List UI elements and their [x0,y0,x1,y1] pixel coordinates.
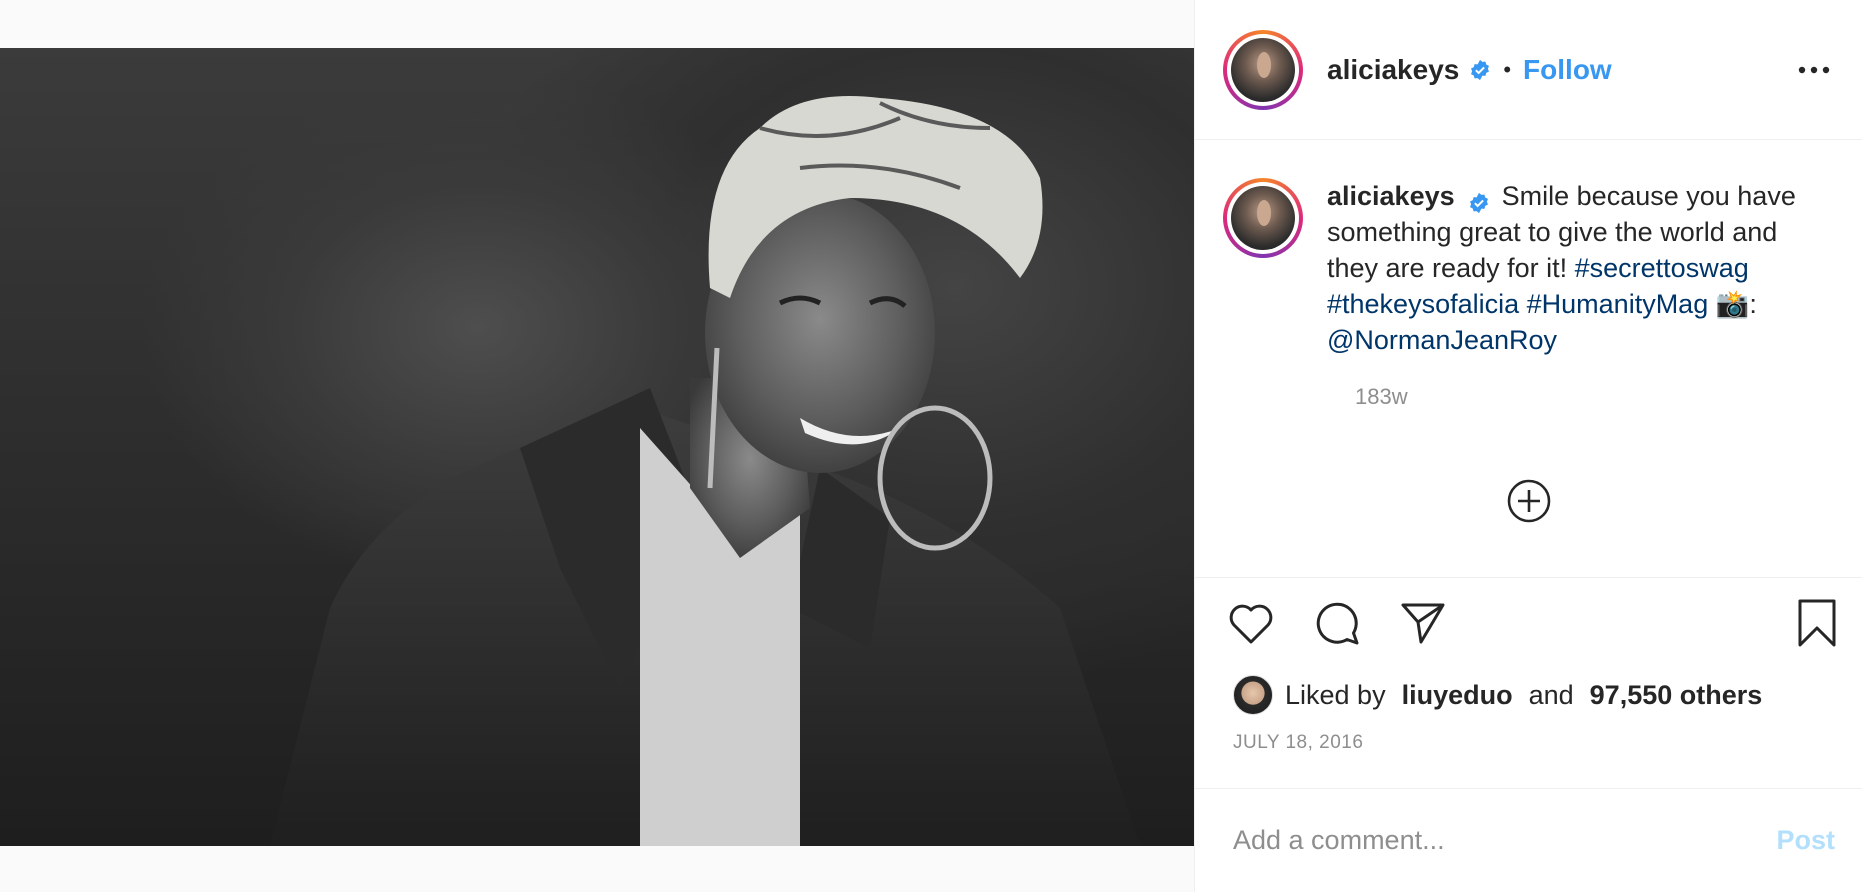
post-header: aliciakeys • Follow [1195,0,1862,140]
hashtag-link[interactable]: #thekeysofalicia [1327,289,1519,319]
caption-colon: : [1749,289,1757,319]
caption-area: aliciakeys Smile because you have someth… [1195,140,1862,578]
mention-link[interactable]: @NormanJeanRoy [1327,325,1557,355]
caption-author-avatar[interactable] [1223,178,1303,258]
camera-emoji: 📸 [1715,289,1750,319]
post-time-ago[interactable]: 183w [1355,384,1838,410]
author-username[interactable]: aliciakeys [1327,54,1459,86]
verified-badge-icon [1468,187,1490,213]
hashtag-link[interactable]: #HumanityMag [1527,289,1709,319]
comment-input[interactable] [1233,825,1777,856]
liked-by-prefix: Liked by [1285,679,1386,710]
verified-badge-icon [1469,59,1491,81]
share-icon[interactable] [1399,600,1447,646]
caption-username[interactable]: aliciakeys [1327,181,1455,211]
comment-icon[interactable] [1313,599,1361,647]
likes-row: Liked by liuyeduo and 97,550 others [1195,668,1862,722]
post-date[interactable]: JULY 18, 2016 [1195,722,1862,778]
media-area [0,0,1194,892]
bookmark-icon[interactable] [1796,598,1838,648]
caption-text: aliciakeys Smile because you have someth… [1327,178,1827,358]
post-side-panel: aliciakeys • Follow aliciakeys Smile bec… [1194,0,1862,892]
more-options-icon[interactable] [1798,61,1830,79]
action-bar [1195,578,1862,668]
post-photo[interactable] [0,48,1194,846]
avatar-image [1231,186,1295,250]
author-avatar[interactable] [1223,29,1303,110]
plus-circle-icon[interactable] [1506,478,1552,529]
liker-avatar[interactable] [1233,675,1273,715]
hashtag-link[interactable]: #secrettoswag [1575,253,1749,283]
comment-box: Post [1195,788,1862,892]
avatar-image [1231,37,1295,102]
heart-icon[interactable] [1227,601,1275,645]
photo-illustration [270,96,1140,846]
post-comment-button[interactable]: Post [1776,825,1835,856]
caption-row: aliciakeys Smile because you have someth… [1223,178,1838,358]
follow-button[interactable]: Follow [1523,54,1612,86]
likes-and: and [1528,679,1574,710]
liker-username[interactable]: liuyeduo [1402,680,1513,711]
likes-count[interactable]: 97,550 others [1590,680,1763,711]
header-separator: • [1503,56,1512,82]
